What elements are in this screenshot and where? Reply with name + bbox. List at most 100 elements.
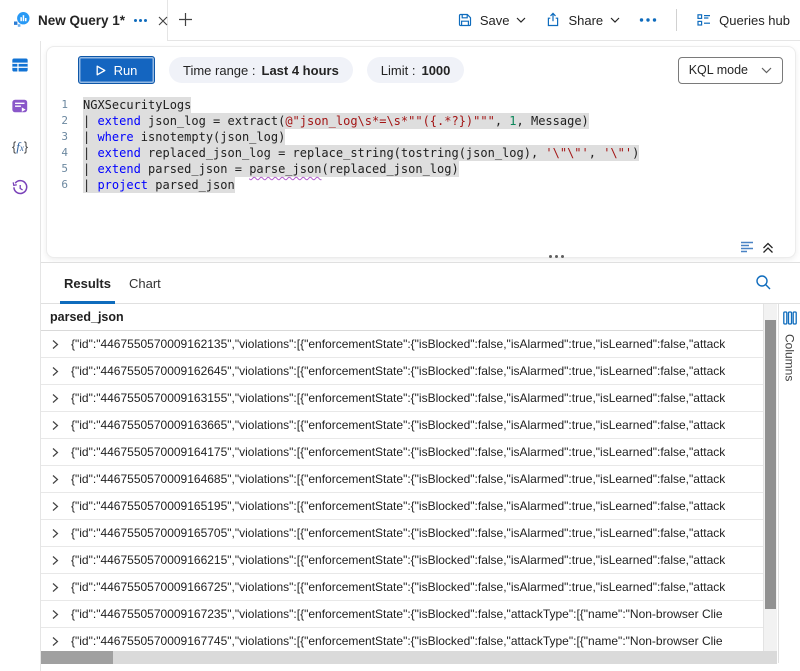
expand-row-icon[interactable]: [51, 636, 60, 647]
code-line: 3 | where isnotempty(json_log): [47, 129, 791, 145]
table-row[interactable]: {"id":"4467550570009167235","violations"…: [41, 601, 763, 628]
tab-results[interactable]: Results: [60, 263, 115, 304]
expand-row-icon[interactable]: [51, 609, 60, 620]
columns-toggle-button[interactable]: [783, 311, 797, 325]
expand-row-icon[interactable]: [51, 474, 60, 485]
expand-row-icon[interactable]: [51, 528, 60, 539]
limit-value: 1000: [421, 63, 450, 78]
horizontal-scrollbar[interactable]: [41, 651, 777, 664]
more-icon: [639, 17, 657, 23]
adx-app-icon: [12, 11, 31, 30]
functions-nav-button[interactable]: {fx}: [7, 134, 33, 160]
line-number: 3: [47, 129, 83, 145]
share-icon: [545, 12, 561, 28]
row-json-text: {"id":"4467550570009163155","violations"…: [71, 391, 725, 405]
play-icon: [96, 65, 106, 76]
top-bar: New Query 1* Save: [0, 0, 800, 41]
saved-queries-nav-button[interactable]: [7, 93, 33, 119]
limit-picker[interactable]: Limit : 1000: [367, 57, 465, 83]
save-button[interactable]: Save: [457, 12, 527, 28]
expand-row-icon[interactable]: [51, 447, 60, 458]
queries-hub-button[interactable]: Queries hub: [696, 12, 790, 28]
function-icon: {fx}: [12, 139, 28, 155]
table-row[interactable]: {"id":"4467550570009165705","violations"…: [41, 520, 763, 547]
code-text: | project parsed_json: [83, 177, 235, 193]
code-token: parse_json: [249, 162, 321, 176]
table-row[interactable]: {"id":"4467550570009166215","violations"…: [41, 547, 763, 574]
vertical-scrollbar[interactable]: [763, 304, 777, 651]
more-options-button[interactable]: [639, 17, 657, 23]
grid-column-header[interactable]: parsed_json: [41, 304, 763, 331]
code-text: | extend json_log = extract(@"json_log\s…: [83, 113, 589, 129]
table-row[interactable]: {"id":"4467550570009162645","violations"…: [41, 358, 763, 385]
run-button[interactable]: Run: [78, 56, 155, 84]
tab-chart[interactable]: Chart: [125, 263, 165, 304]
query-editor[interactable]: 1 NGXSecurityLogs 2 | extend json_log = …: [47, 97, 791, 231]
search-results-button[interactable]: [755, 274, 772, 291]
expand-row-icon[interactable]: [51, 555, 60, 566]
share-button[interactable]: Share: [545, 12, 620, 28]
table-row[interactable]: {"id":"4467550570009163155","violations"…: [41, 385, 763, 412]
table-row[interactable]: {"id":"4467550570009163665","violations"…: [41, 412, 763, 439]
table-icon: [11, 56, 29, 74]
table-row[interactable]: {"id":"4467550570009165195","violations"…: [41, 493, 763, 520]
table-row[interactable]: {"id":"4467550570009164685","violations"…: [41, 466, 763, 493]
save-icon: [457, 12, 473, 28]
row-json-text: {"id":"4467550570009163665","violations"…: [71, 418, 725, 432]
code-line: 4 | extend replaced_json_log = replace_s…: [47, 145, 791, 161]
history-clock-icon: [11, 179, 29, 197]
code-token: '\"\"': [545, 146, 588, 160]
table-row[interactable]: {"id":"4467550570009164175","violations"…: [41, 439, 763, 466]
row-json-text: {"id":"4467550570009162135","violations"…: [71, 337, 725, 351]
row-json-text: {"id":"4467550570009165705","violations"…: [71, 526, 725, 540]
collapse-editor-button[interactable]: [762, 242, 774, 254]
code-token: extend: [97, 114, 140, 128]
row-json-text: {"id":"4467550570009164175","violations"…: [71, 445, 725, 459]
vertical-scrollbar-thumb[interactable]: [765, 320, 776, 609]
expand-row-icon[interactable]: [51, 366, 60, 377]
search-icon: [755, 274, 772, 291]
code-token: ,: [589, 146, 603, 160]
tab-close-icon[interactable]: [158, 16, 168, 26]
query-lines-icon: [740, 241, 755, 254]
tables-nav-button[interactable]: [7, 52, 33, 78]
expand-row-icon[interactable]: [51, 420, 60, 431]
code-text: | where isnotempty(json_log): [83, 129, 285, 145]
code-token: |: [83, 130, 97, 144]
expand-row-icon[interactable]: [51, 501, 60, 512]
horizontal-scrollbar-thumb[interactable]: [41, 651, 113, 664]
results-grid: {"id":"4467550570009162135","violations"…: [41, 331, 763, 651]
splitter-handle-icon[interactable]: [549, 255, 564, 258]
code-text: | extend replaced_json_log = replace_str…: [83, 145, 639, 161]
table-row[interactable]: {"id":"4467550570009166725","violations"…: [41, 574, 763, 601]
time-range-picker[interactable]: Time range : Last 4 hours: [169, 57, 353, 83]
query-toolbar: Run Time range : Last 4 hours Limit : 10…: [78, 56, 783, 84]
app-window: New Query 1* Save: [0, 0, 800, 671]
new-tab-button[interactable]: [178, 12, 193, 27]
time-range-value: Last 4 hours: [262, 63, 339, 78]
columns-panel-label[interactable]: Columns: [783, 334, 797, 381]
code-token: NGXSecurityLogs: [83, 98, 191, 112]
table-row[interactable]: {"id":"4467550570009162135","violations"…: [41, 331, 763, 358]
limit-label: Limit :: [381, 63, 416, 78]
code-token: |: [83, 162, 97, 176]
query-mode-select[interactable]: KQL mode: [678, 57, 783, 84]
expand-row-icon[interactable]: [51, 582, 60, 593]
chevron-down-icon: [516, 17, 526, 23]
code-token: isnotempty(json_log): [134, 130, 286, 144]
query-panel: Run Time range : Last 4 hours Limit : 10…: [46, 46, 796, 258]
code-token: |: [83, 146, 97, 160]
query-tab[interactable]: New Query 1*: [0, 0, 168, 41]
expand-row-icon[interactable]: [51, 393, 60, 404]
code-line: 2 | extend json_log = extract(@"json_log…: [47, 113, 791, 129]
tab-more-icon[interactable]: [134, 19, 147, 22]
table-row[interactable]: {"id":"4467550570009167745","violations"…: [41, 628, 763, 651]
code-token: project: [97, 178, 148, 192]
code-token: |: [83, 178, 97, 192]
query-format-button[interactable]: [740, 241, 755, 254]
code-token: parsed_json =: [141, 162, 249, 176]
column-header-label: parsed_json: [50, 310, 124, 324]
expand-row-icon[interactable]: [51, 339, 60, 350]
history-nav-button[interactable]: [7, 175, 33, 201]
queries-hub-icon: [696, 12, 712, 28]
